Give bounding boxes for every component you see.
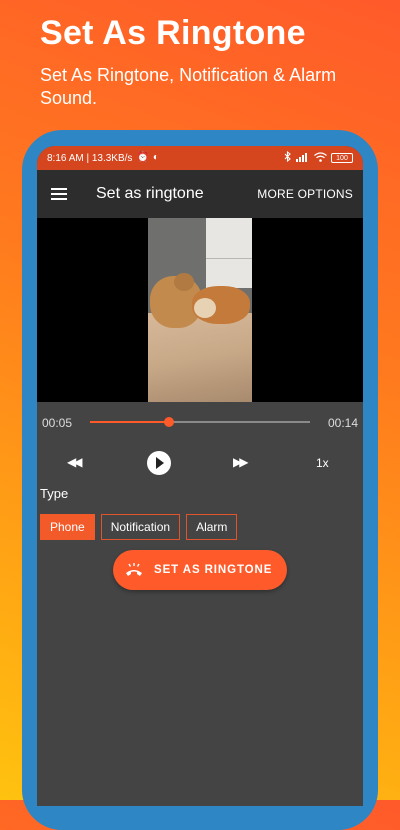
video-thumbnail: [148, 218, 252, 402]
alarm-clock-icon: ⏰: [136, 152, 149, 163]
bluetooth-icon: [284, 150, 292, 165]
playback-controls: ◀◀ ▶▶ 1x: [37, 449, 363, 475]
video-player[interactable]: [37, 218, 363, 402]
type-option-alarm[interactable]: Alarm: [186, 514, 238, 540]
phone-ring-icon: [123, 559, 145, 581]
status-bar: 8:16 AM | 13.3KB/s ⏰ ◐ 100: [37, 146, 363, 170]
play-icon[interactable]: [147, 451, 171, 475]
wifi-icon: [314, 151, 327, 165]
seek-bar-thumb[interactable]: [164, 417, 175, 427]
type-selector: Phone Notification Alarm: [40, 514, 238, 540]
promo-subtitle: Set As Ringtone, Notification & Alarm So…: [40, 65, 337, 108]
set-as-ringtone-button[interactable]: SET AS RINGTONE: [113, 550, 287, 590]
seek-bar[interactable]: [90, 417, 310, 427]
signal-icon: [296, 152, 310, 165]
app-toolbar: Set as ringtone MORE OPTIONS: [37, 170, 363, 218]
battery-icon: 100: [331, 153, 353, 163]
seek-bar-row: 00:05 00:14: [37, 411, 363, 433]
type-label: Type: [40, 486, 69, 501]
playback-speed-button[interactable]: 1x: [316, 456, 329, 470]
status-time: 8:16 AM | 13.3KB/s: [47, 152, 133, 164]
type-option-phone[interactable]: Phone: [40, 514, 95, 540]
total-time: 00:14: [327, 416, 358, 430]
type-option-notification[interactable]: Notification: [100, 514, 181, 540]
promo-title: Set As Ringtone: [40, 14, 306, 52]
fast-forward-icon[interactable]: ▶▶: [233, 455, 249, 469]
menu-icon[interactable]: [51, 185, 67, 203]
seek-bar-fill: [90, 421, 170, 423]
more-options-button[interactable]: MORE OPTIONS: [257, 187, 353, 201]
data-saver-icon: ◐: [152, 152, 159, 163]
cta-label: SET AS RINGTONE: [154, 564, 273, 576]
rewind-icon[interactable]: ◀◀: [67, 455, 83, 469]
elapsed-time: 00:05: [42, 416, 73, 430]
toolbar-title: Set as ringtone: [96, 185, 204, 202]
app-screen: 8:16 AM | 13.3KB/s ⏰ ◐ 100 Set as ringto…: [37, 146, 363, 806]
